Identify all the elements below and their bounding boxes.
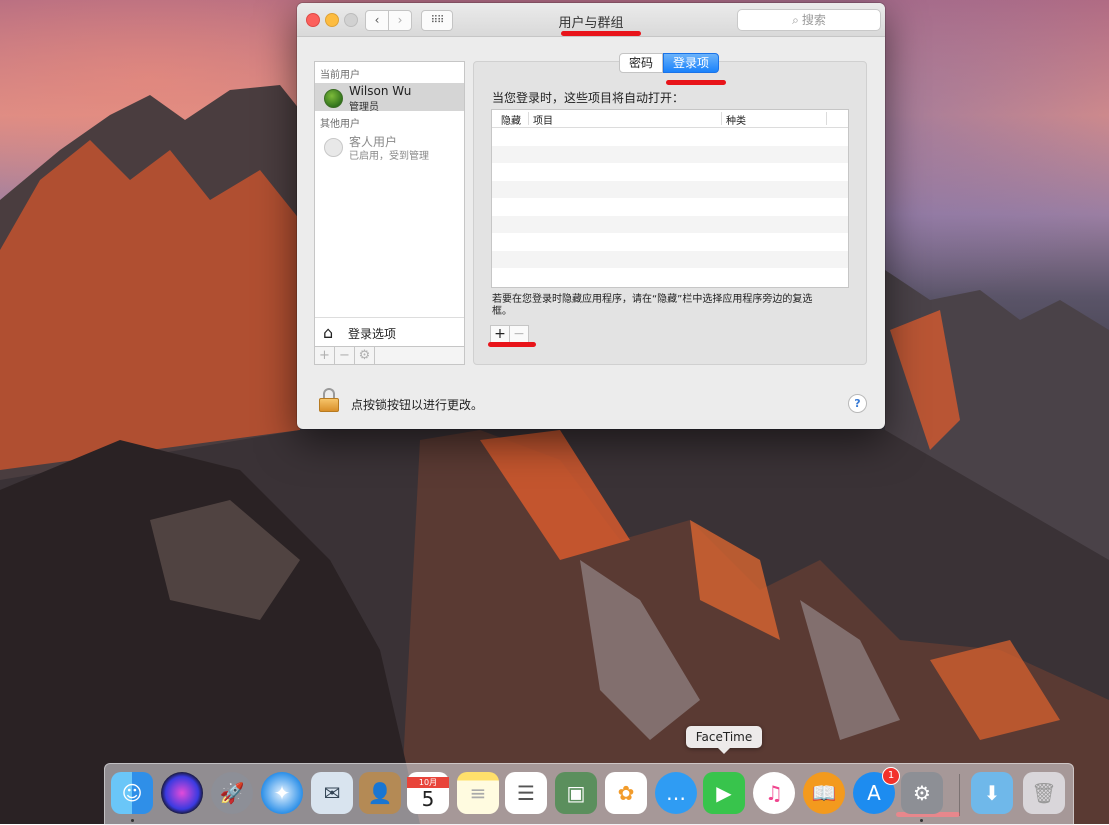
dock-tooltip: FaceTime (686, 726, 762, 754)
login-items-table[interactable]: 隐藏 项目 种类 (491, 109, 849, 288)
add-remove-controls: + − (490, 325, 529, 344)
search-placeholder: 搜索 (801, 13, 826, 27)
other-users-header: 其他用户 (320, 119, 360, 130)
dock-divider (959, 774, 960, 816)
downloads-folder-icon[interactable]: ⬇ (971, 772, 1013, 814)
calendar-month: 10月 (407, 776, 449, 788)
tab-password[interactable]: 密码 (619, 53, 664, 73)
table-row (492, 233, 848, 251)
calendar-day: 5 (421, 786, 435, 811)
dock: ☺ 🚀 ✦ ✉ 👤 10月 5 ≡ ☰ ▣ ✿ … ▶ ♫ 📖 A 1 ⚙ ⬇ … (104, 763, 1074, 825)
annotation-add-underline (488, 342, 536, 347)
column-item[interactable]: 项目 (533, 112, 553, 127)
user-name: Wilson Wu (349, 84, 412, 98)
table-row (492, 198, 848, 216)
remove-user-button[interactable]: − (335, 347, 355, 364)
table-row (492, 268, 848, 286)
login-options-item[interactable]: ⌂ 登录选项 (315, 317, 464, 346)
lock-icon[interactable] (319, 388, 339, 412)
trash-icon[interactable]: 🗑 (1023, 772, 1065, 814)
help-button[interactable]: ? (848, 394, 867, 413)
guest-avatar-icon (324, 138, 343, 157)
column-hide[interactable]: 隐藏 (501, 112, 521, 127)
itunes-icon[interactable]: ♫ (753, 772, 795, 814)
sidebar-toolbar: + − ⚙ (315, 346, 464, 364)
annotation-tab-underline (666, 80, 726, 85)
current-user-header: 当前用户 (320, 70, 360, 81)
table-row (492, 215, 848, 233)
user-row-wilson-wu[interactable]: Wilson Wu 管理员 (315, 83, 464, 113)
table-row (492, 180, 848, 198)
users-sidebar: 当前用户 Wilson Wu 管理员 其他用户 客人用户 已启用，受到管理 ⌂ … (314, 61, 465, 365)
user-role: 管理员 (349, 102, 379, 113)
safari-icon[interactable]: ✦ (261, 772, 303, 814)
table-row (492, 145, 848, 163)
search-input[interactable]: ⌕ 搜索 (737, 9, 881, 31)
appstore-badge: 1 (882, 767, 900, 785)
reminders-icon[interactable]: ☰ (505, 772, 547, 814)
calendar-icon[interactable]: 10月 5 (407, 772, 449, 814)
column-kind[interactable]: 种类 (726, 112, 746, 127)
lock-label: 点按锁按钮以进行更改。 (351, 398, 484, 412)
tab-login-items[interactable]: 登录项 (663, 53, 720, 73)
mail-icon[interactable]: ✉ (311, 772, 353, 814)
house-icon: ⌂ (323, 323, 334, 342)
table-row (492, 163, 848, 181)
messages-icon[interactable]: … (655, 772, 697, 814)
login-items-prompt: 当您登录时，这些项目将自动打开： (492, 91, 685, 105)
photobooth-icon[interactable]: ▣ (555, 772, 597, 814)
gear-icon[interactable]: ⚙ (355, 347, 375, 364)
tab-control: 密码 登录项 (619, 53, 720, 73)
system-preferences-icon[interactable]: ⚙ (901, 772, 943, 814)
guest-status: 已启用，受到管理 (349, 151, 429, 162)
login-options-label: 登录选项 (348, 327, 397, 341)
table-row (492, 250, 848, 268)
add-user-button[interactable]: + (315, 347, 335, 364)
annotation-title-underline (561, 31, 641, 36)
notes-icon[interactable]: ≡ (457, 772, 499, 814)
facetime-icon[interactable]: ▶ (703, 772, 745, 814)
search-icon: ⌕ (792, 13, 799, 27)
ibooks-icon[interactable]: 📖 (803, 772, 845, 814)
photos-icon[interactable]: ✿ (605, 772, 647, 814)
table-row (492, 128, 848, 146)
user-row-guest[interactable]: 客人用户 已启用，受到管理 (315, 132, 464, 162)
appstore-icon[interactable]: A 1 (853, 767, 900, 814)
finder-icon[interactable]: ☺ (111, 772, 153, 814)
users-groups-window: ‹ › ⠿⠿ 用户与群组 ⌕ 搜索 当前用户 Wilson Wu 管理员 其他用户… (297, 3, 885, 429)
hide-hint-text: 若要在您登录时隐藏应用程序，请在“隐藏”栏中选择应用程序旁边的复选框。 (492, 294, 813, 317)
launchpad-icon[interactable]: 🚀 (211, 772, 253, 814)
siri-icon[interactable] (161, 772, 203, 814)
contacts-icon[interactable]: 👤 (359, 772, 401, 814)
table-header: 隐藏 项目 种类 (492, 110, 848, 128)
avatar (324, 89, 343, 108)
